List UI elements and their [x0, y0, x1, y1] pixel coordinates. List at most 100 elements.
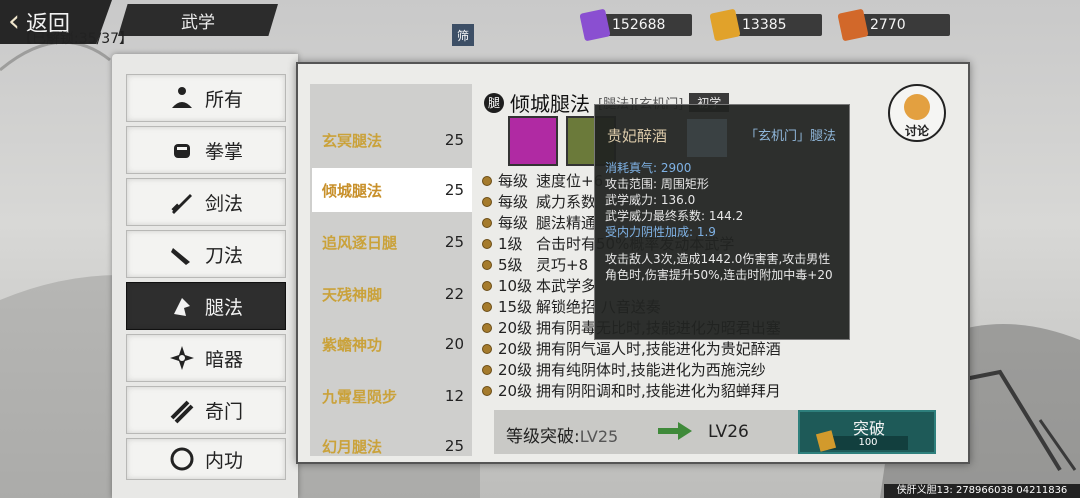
skill-level: 25 — [444, 233, 464, 251]
tooltip-stat: 攻击范围: 周围矩形 — [605, 177, 709, 191]
arrow-right-icon — [658, 422, 692, 440]
category-label: 拳掌 — [205, 140, 244, 163]
skill-list-item[interactable]: 玄冥腿法 25 — [312, 118, 472, 162]
skill-name: 倾城腿法 — [322, 181, 383, 200]
category-blade[interactable]: 刀法 — [126, 230, 286, 278]
bullet-icon — [482, 175, 492, 186]
skill-level: 25 — [444, 181, 464, 199]
skill-list-item-selected[interactable]: 倾城腿法 25 — [312, 168, 472, 212]
category-label: 内功 — [205, 449, 244, 472]
currency-gold[interactable]: 13385 — [709, 8, 822, 42]
page-title-text: 武学 — [181, 12, 215, 33]
currency-value: 2770 — [862, 14, 950, 36]
gold-scroll-icon — [709, 8, 741, 42]
effect-line: 每级 威力系数 — [482, 191, 596, 212]
currency-value: 152688 — [604, 14, 692, 36]
skill-level: 20 — [444, 335, 464, 353]
skill-level: 22 — [444, 285, 464, 303]
dog-mascot-icon — [904, 94, 930, 120]
fist-icon — [165, 133, 199, 167]
effect-line: 20级 拥有纯阴体时,技能进化为西施浣纱 — [482, 359, 766, 380]
bullet-icon — [482, 280, 492, 291]
tooltip-title: 贵妃醉酒 — [607, 127, 668, 145]
breakthrough-button[interactable]: 突破 100 — [798, 410, 936, 454]
unlock-count: 【已解锁:35/37】 — [18, 31, 134, 47]
breakthrough-cost: 100 — [828, 436, 908, 450]
bullet-icon — [482, 343, 492, 354]
tooltip-stat: 武学威力: 136.0 — [605, 193, 696, 207]
skill-name: 追风逐日腿 — [322, 233, 398, 252]
player-watermark: 侠肝义胆13: 278966038 04211836 — [884, 484, 1080, 498]
breakthrough-label: 等级突破:LV25 — [506, 427, 619, 447]
skill-list-item[interactable]: 追风逐日腿 25 — [312, 220, 472, 264]
skill-list-item[interactable]: 紫蟾神功 20 — [312, 322, 472, 366]
category-label: 腿法 — [205, 296, 244, 319]
category-sword[interactable]: 剑法 — [126, 178, 286, 226]
currency-purple[interactable]: 152688 — [579, 8, 692, 42]
move-slot-1[interactable] — [508, 116, 558, 166]
move-thumbnail — [687, 119, 727, 157]
category-inner[interactable]: 内功 — [126, 438, 286, 480]
effect-line: 10级 本武学多 — [482, 275, 596, 296]
skill-name: 九霄星陨步 — [322, 387, 398, 406]
bullet-icon — [482, 364, 492, 375]
effect-line: 5级 灵巧+8 — [482, 254, 588, 275]
tooltip-tag: 「玄机门」腿法 — [745, 129, 837, 144]
tooltip-stat: 消耗真气: 2900 — [605, 161, 692, 175]
skill-name: 天残神脚 — [322, 285, 383, 304]
strange-weapon-icon — [165, 393, 199, 427]
meditation-icon — [165, 81, 199, 115]
skill-name: 紫蟾神功 — [322, 335, 383, 354]
shuriken-icon — [165, 341, 199, 375]
inner-force-icon — [165, 442, 199, 476]
currency-orange[interactable]: 2770 — [837, 8, 950, 42]
bullet-icon — [482, 238, 492, 249]
category-label: 奇门 — [205, 400, 244, 423]
skill-list-item[interactable]: 九霄星陨步 12 — [312, 374, 472, 418]
category-label: 暗器 — [205, 348, 244, 371]
tooltip-description: 攻击敌人3次,造成1442.0伤害害,攻击男性角色时,伤害提升50%,连击时附加… — [605, 252, 833, 282]
category-fist[interactable]: 拳掌 — [126, 126, 286, 174]
discuss-button[interactable]: 讨论 — [888, 84, 946, 142]
filter-button[interactable]: 筛 — [452, 24, 474, 46]
blade-icon — [165, 237, 199, 271]
sword-icon — [165, 185, 199, 219]
category-label: 剑法 — [205, 192, 244, 215]
bullet-icon — [482, 217, 492, 228]
category-label: 所有 — [205, 88, 244, 111]
effect-line: 20级 拥有阴阳调和时,技能进化为貂蝉拜月 — [482, 380, 781, 401]
category-all[interactable]: 所有 — [126, 74, 286, 122]
bullet-icon — [482, 301, 492, 312]
move-tooltip: 贵妃醉酒 「玄机门」腿法 消耗真气: 2900 攻击范围: 周围矩形 武学威力:… — [594, 104, 850, 340]
kick-icon — [165, 289, 199, 323]
effect-line: 每级 速度位+6 — [482, 170, 603, 191]
category-kick[interactable]: 腿法 — [126, 282, 286, 330]
tooltip-stat: 受内力阴性加成: 1.9 — [605, 225, 716, 239]
bullet-icon — [482, 196, 492, 207]
effect-line: 每级 腿法精通 — [482, 212, 596, 233]
bullet-icon — [482, 385, 492, 396]
category-shuriken[interactable]: 暗器 — [126, 334, 286, 382]
tooltip-stat: 武学威力最终系数: 144.2 — [605, 209, 744, 223]
bullet-icon — [482, 259, 492, 270]
effect-line: 20级 拥有阴气逼人时,技能进化为贵妃醉酒 — [482, 338, 781, 359]
skill-level: 25 — [444, 437, 464, 455]
skill-list-item[interactable]: 幻月腿法 25 — [312, 424, 472, 468]
discuss-label: 讨论 — [904, 124, 929, 138]
purple-scroll-icon — [579, 8, 611, 42]
category-menu: 所有 拳掌 剑法 刀法 腿法 暗器 奇门 内功 — [112, 54, 298, 498]
breakthrough-to-level: LV26 — [708, 422, 749, 442]
category-label: 刀法 — [205, 244, 244, 267]
skill-list-item[interactable]: 天残神脚 22 — [312, 272, 472, 316]
skill-name: 玄冥腿法 — [322, 131, 383, 150]
skill-level: 25 — [444, 131, 464, 149]
orange-scroll-icon — [837, 8, 869, 42]
currency-value: 13385 — [734, 14, 822, 36]
skill-name: 幻月腿法 — [322, 437, 383, 456]
kick-emblem-icon: 腿 — [484, 92, 504, 113]
bullet-icon — [482, 322, 492, 333]
category-strange[interactable]: 奇门 — [126, 386, 286, 434]
skill-detail-name: 倾城腿法 — [510, 92, 590, 116]
skill-level: 12 — [444, 387, 464, 405]
breakthrough-from-level: LV25 — [579, 427, 619, 446]
